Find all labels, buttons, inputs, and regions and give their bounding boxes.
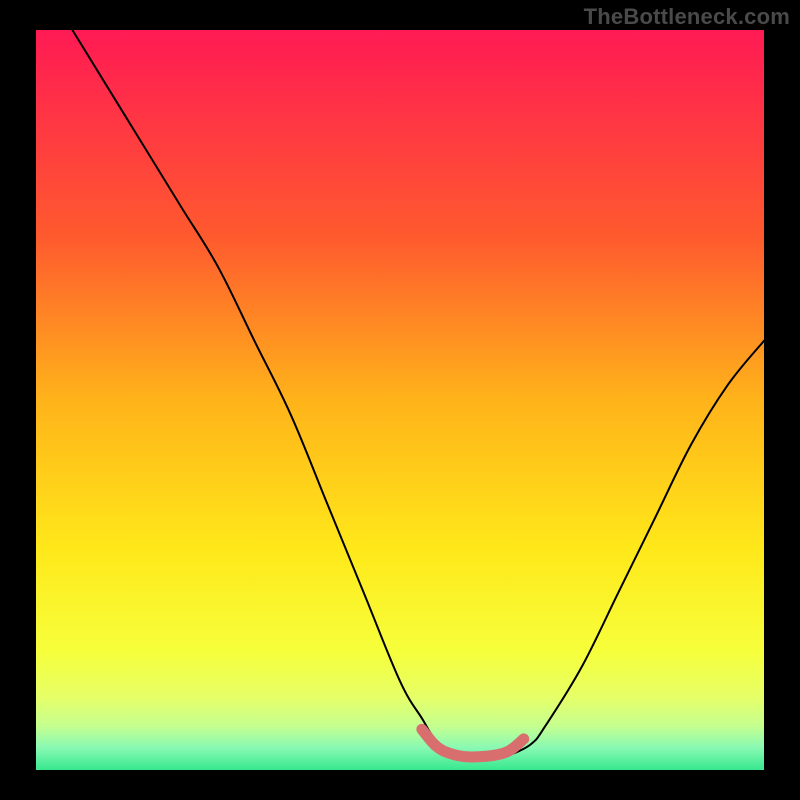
chart-stage: TheBottleneck.com — [0, 0, 800, 800]
curve-layer — [36, 30, 764, 770]
watermark-text: TheBottleneck.com — [584, 4, 790, 30]
plot-area — [36, 30, 764, 770]
plot-frame — [36, 30, 764, 770]
bottom-marker — [422, 729, 524, 757]
bottleneck-curve — [72, 30, 764, 759]
